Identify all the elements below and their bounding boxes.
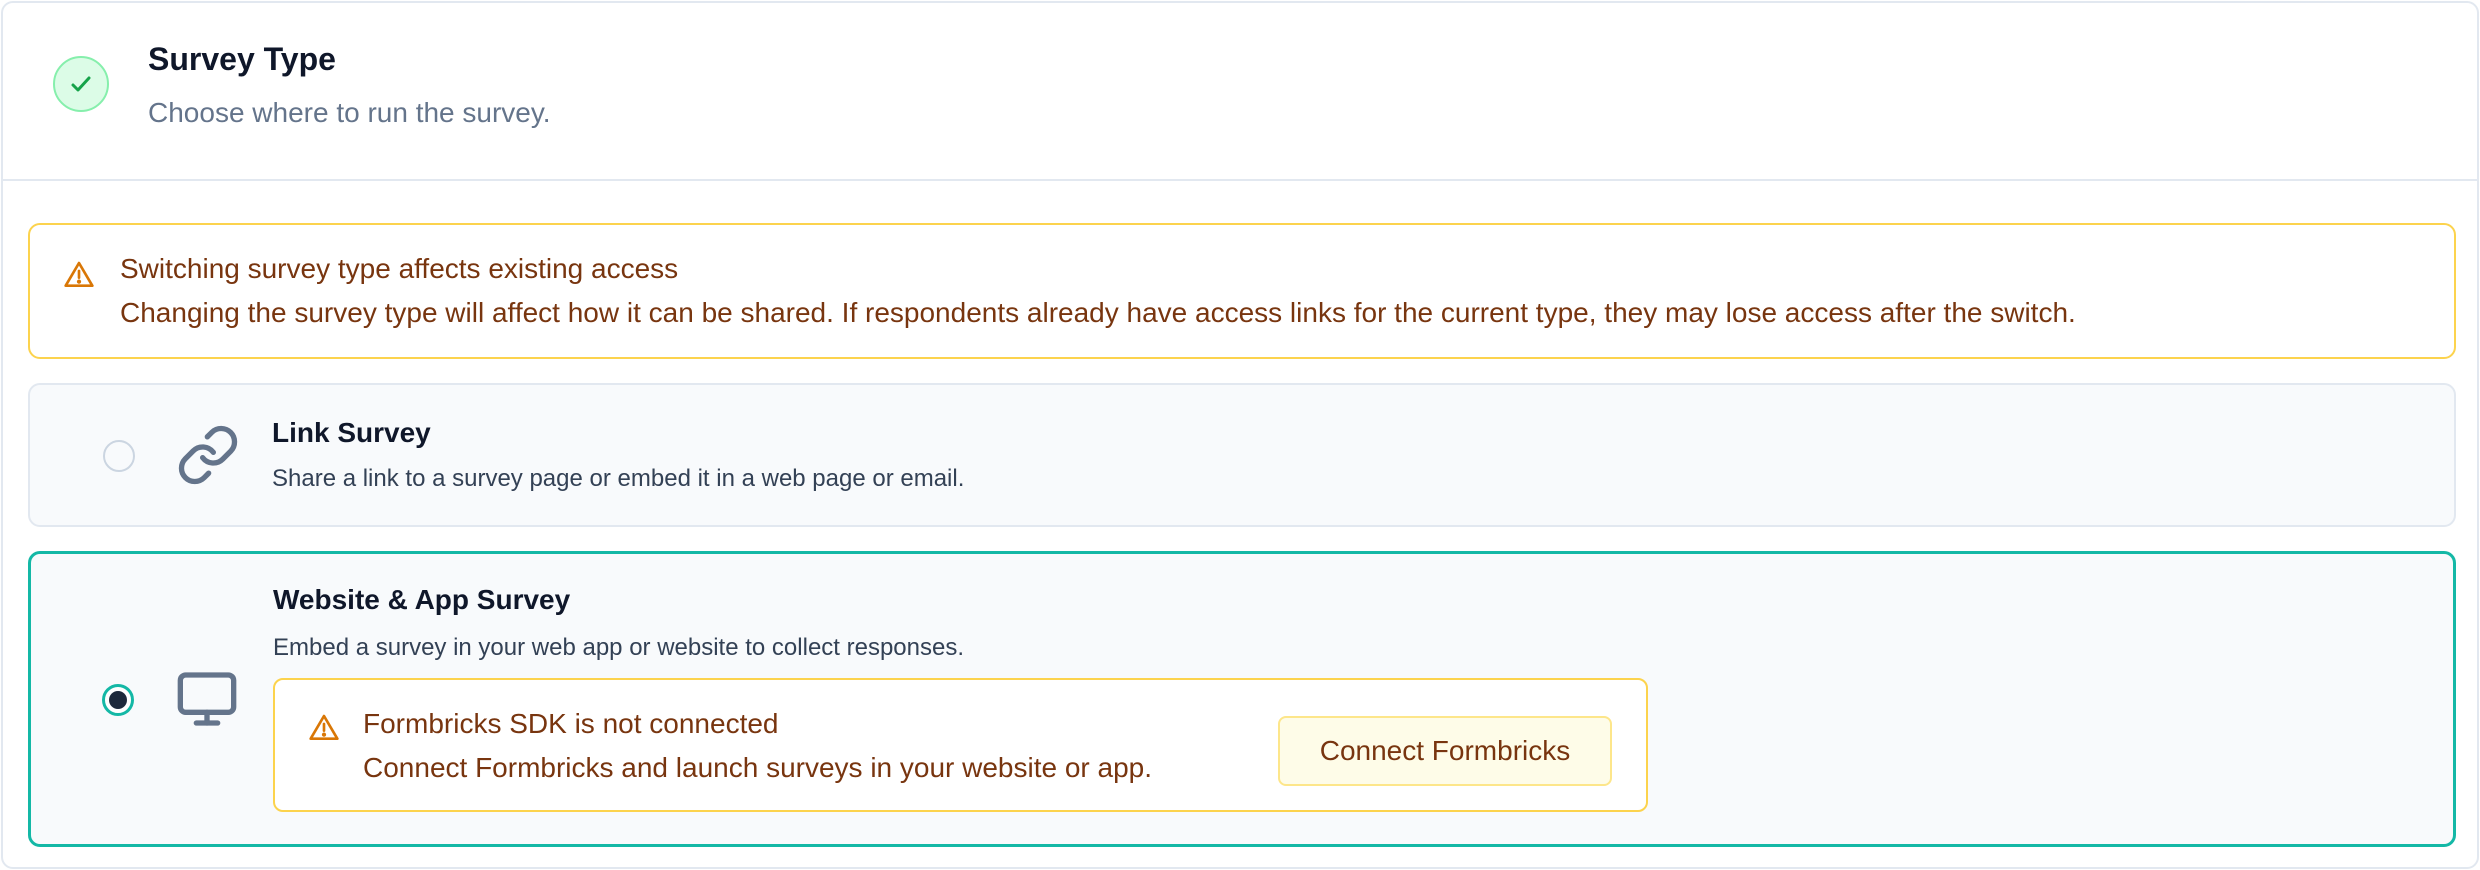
warning-title: Switching survey type affects existing a… <box>120 253 679 284</box>
link-survey-radio[interactable] <box>103 440 135 472</box>
sdk-not-connected-alert: Formbricks SDK is not connected Connect … <box>273 678 1648 812</box>
website-app-survey-description: Embed a survey in your web app or websit… <box>273 634 965 661</box>
website-app-survey-radio[interactable] <box>102 684 134 716</box>
link-survey-title: Link Survey <box>272 417 431 448</box>
survey-type-warning-banner: Switching survey type affects existing a… <box>28 223 2456 359</box>
website-app-survey-title: Website & App Survey <box>273 584 571 615</box>
link-icon <box>178 425 238 485</box>
connect-formbricks-button[interactable]: Connect Formbricks <box>1278 716 1612 786</box>
monitor-icon <box>177 672 237 726</box>
radio-selected-dot <box>109 691 127 709</box>
survey-type-card: Survey Type Choose where to run the surv… <box>1 1 2479 869</box>
sdk-alert-description: Connect Formbricks and launch surveys in… <box>363 752 1153 783</box>
section-subtitle: Choose where to run the survey. <box>148 97 551 128</box>
link-survey-description: Share a link to a survey page or embed i… <box>272 465 965 492</box>
card-header[interactable]: Survey Type Choose where to run the surv… <box>3 3 2477 181</box>
warning-triangle-icon <box>309 714 339 740</box>
option-website-app-survey[interactable]: Website & App Survey Embed a survey in y… <box>28 551 2456 847</box>
sdk-alert-title: Formbricks SDK is not connected <box>363 708 779 739</box>
warning-triangle-icon <box>64 261 94 287</box>
section-title: Survey Type <box>148 41 336 77</box>
warning-description: Changing the survey type will affect how… <box>120 297 2076 328</box>
option-link-survey[interactable]: Link Survey Share a link to a survey pag… <box>28 383 2456 527</box>
completed-check-icon <box>53 56 109 112</box>
